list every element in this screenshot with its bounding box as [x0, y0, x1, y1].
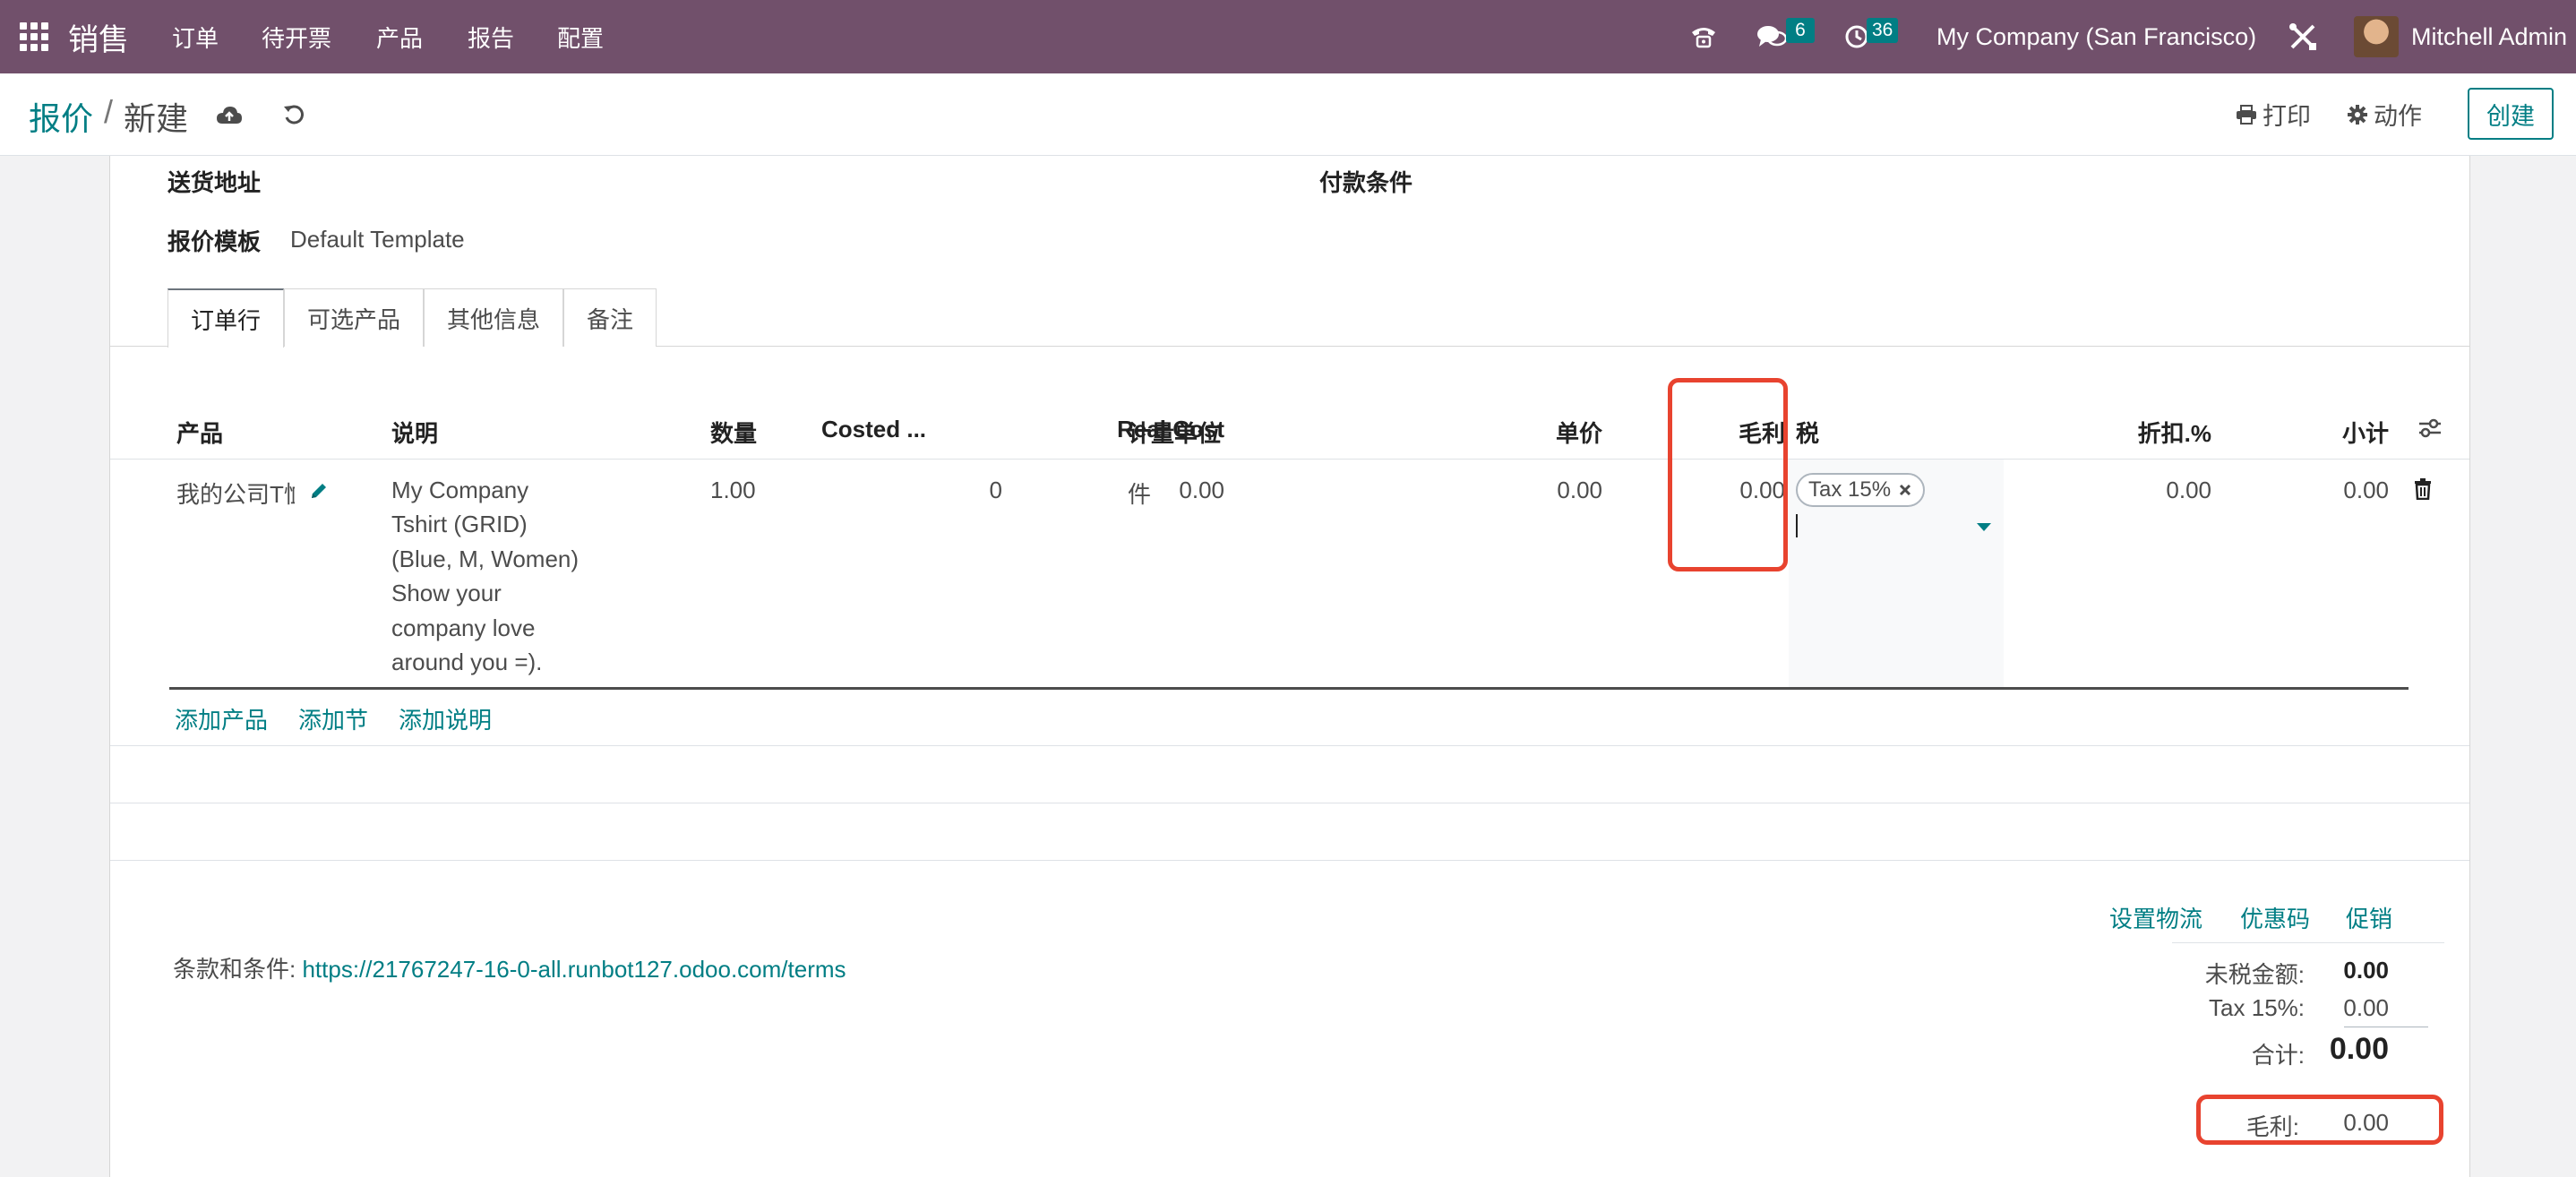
- section-divider: [110, 860, 2469, 861]
- menu-to-invoice[interactable]: 待开票: [262, 0, 331, 73]
- untaxed-amount-label: 未税金额:: [2204, 961, 2305, 988]
- control-panel: 报价 / 新建 打印 动作 创建: [0, 73, 2576, 156]
- product-cell[interactable]: 我的公司T恤: [176, 477, 295, 510]
- column-header-costed[interactable]: Costed ...: [821, 416, 926, 443]
- quantity-cell[interactable]: 1.00: [710, 477, 756, 504]
- margin-total-highlight: [2196, 1095, 2443, 1145]
- debug-tools-icon[interactable]: [2288, 0, 2322, 73]
- empty-row-divider: [110, 745, 2469, 746]
- description-line: Tshirt (GRID): [391, 511, 528, 538]
- tax-amount-value: 0.00: [2343, 994, 2389, 1021]
- terms-and-conditions: 条款和条件: https://21767247-16-0-all.runbot1…: [173, 951, 846, 984]
- tax-tag[interactable]: Tax 15%: [1796, 473, 1926, 507]
- print-label: 打印: [2263, 103, 2311, 130]
- edit-pencil-icon[interactable]: [295, 471, 343, 511]
- column-header-product[interactable]: 产品: [176, 416, 223, 449]
- unit-price-cell[interactable]: 0.00: [1557, 477, 1602, 504]
- menu-configuration[interactable]: 配置: [557, 0, 604, 73]
- gear-icon: [2348, 104, 2367, 125]
- description-line: Show your: [391, 580, 502, 607]
- add-note-link[interactable]: 添加说明: [399, 702, 492, 735]
- margin-column-highlight: [1668, 378, 1788, 571]
- description-line: My Company: [391, 477, 529, 503]
- row-bottom-border: [169, 687, 2409, 690]
- totals-divider: [2172, 942, 2444, 943]
- menu-orders[interactable]: 订单: [172, 0, 219, 73]
- apps-menu-icon[interactable]: [20, 0, 52, 73]
- remove-tag-icon[interactable]: [1898, 483, 1912, 497]
- top-navbar: 销售 订单 待开票 产品 报告 配置 6 36 My Company (San …: [0, 0, 2576, 73]
- tab-order-lines[interactable]: 订单行: [167, 288, 284, 348]
- tax-amount-label: Tax 15%:: [2209, 994, 2305, 1021]
- coupon-button[interactable]: 优惠码: [2240, 901, 2310, 934]
- tab-notes[interactable]: 备注: [563, 288, 657, 347]
- add-product-link[interactable]: 添加产品: [175, 702, 268, 735]
- costed-cell[interactable]: 0: [990, 477, 1002, 504]
- tab-optional-products[interactable]: 可选产品: [284, 288, 424, 347]
- activities-count-badge: 36: [1867, 18, 1899, 43]
- column-header-quantity[interactable]: 数量: [710, 416, 757, 449]
- promotions-button[interactable]: 促销: [2346, 901, 2392, 934]
- action-label: 动作: [2374, 103, 2422, 130]
- form-sheet: 送货地址 付款条件 报价模板 Default Template 订单行 可选产品…: [109, 156, 2470, 1177]
- table-header-divider: [110, 459, 2469, 460]
- column-header-uom[interactable]: 计量单位: [1128, 416, 1221, 449]
- save-cloud-icon[interactable]: [211, 97, 247, 133]
- messages-count-badge: 6: [1786, 18, 1815, 43]
- breadcrumb-quotations-link[interactable]: 报价: [29, 93, 93, 140]
- discard-undo-icon[interactable]: [276, 97, 312, 133]
- taxes-dropdown-caret-icon[interactable]: [1977, 523, 1991, 531]
- text-cursor: [1796, 514, 1798, 537]
- breadcrumb-current: 新建: [124, 100, 189, 137]
- set-shipping-button[interactable]: 设置物流: [2109, 901, 2202, 934]
- quotation-template-field[interactable]: Default Template: [290, 226, 465, 253]
- description-line: around you =).: [391, 649, 543, 676]
- user-avatar[interactable]: [2354, 16, 2399, 57]
- tax-tag-label: Tax 15%: [1808, 477, 1892, 502]
- tab-other-info[interactable]: 其他信息: [424, 288, 563, 347]
- discount-cell[interactable]: 0.00: [2166, 477, 2211, 504]
- phone-icon[interactable]: [1689, 0, 1720, 73]
- subtotal-cell: 0.00: [2343, 477, 2389, 503]
- action-button[interactable]: 动作: [2347, 97, 2422, 132]
- app-brand[interactable]: 销售: [68, 0, 129, 73]
- messages-icon[interactable]: [1756, 0, 1790, 73]
- terms-label: 条款和条件:: [173, 956, 296, 983]
- column-header-subtotal[interactable]: 小计: [2342, 416, 2389, 449]
- untaxed-amount-value: 0.00: [2343, 957, 2389, 984]
- quotation-template-label: 报价模板: [167, 228, 262, 255]
- terms-link[interactable]: https://21767247-16-0-all.runbot127.odoo…: [302, 956, 846, 983]
- total-label: 合计:: [2251, 1042, 2305, 1069]
- payment-terms-label: 付款条件: [1319, 169, 1413, 196]
- print-button[interactable]: 打印: [2236, 97, 2311, 132]
- company-switcher[interactable]: My Company (San Francisco): [1936, 0, 2256, 73]
- menu-products[interactable]: 产品: [376, 0, 423, 73]
- add-section-link[interactable]: 添加节: [298, 702, 368, 735]
- create-button[interactable]: 创建: [2468, 88, 2554, 140]
- description-line: (Blue, M, Women): [391, 545, 580, 572]
- description-cell[interactable]: My Company Tshirt (GRID) (Blue, M, Women…: [391, 473, 624, 679]
- print-icon: [2237, 104, 2256, 125]
- menu-reporting[interactable]: 报告: [468, 0, 514, 73]
- column-header-taxes[interactable]: 税: [1796, 416, 1819, 449]
- column-header-description[interactable]: 说明: [391, 416, 438, 449]
- column-header-discount[interactable]: 折扣.%: [2138, 416, 2211, 449]
- total-value: 0.00: [2329, 1032, 2389, 1066]
- delete-row-trash-icon[interactable]: [2414, 478, 2432, 504]
- uom-cell[interactable]: 件: [1128, 477, 1151, 510]
- optional-columns-toggle-icon[interactable]: [2417, 417, 2443, 443]
- delivery-address-label: 送货地址: [167, 169, 262, 196]
- user-menu[interactable]: Mitchell Admin: [2411, 0, 2567, 73]
- column-header-unit-price[interactable]: 单价: [1556, 416, 1602, 449]
- description-line: company love: [391, 614, 536, 641]
- real-cost-cell[interactable]: 0.00: [1179, 477, 1224, 504]
- breadcrumb-separator: /: [104, 93, 114, 130]
